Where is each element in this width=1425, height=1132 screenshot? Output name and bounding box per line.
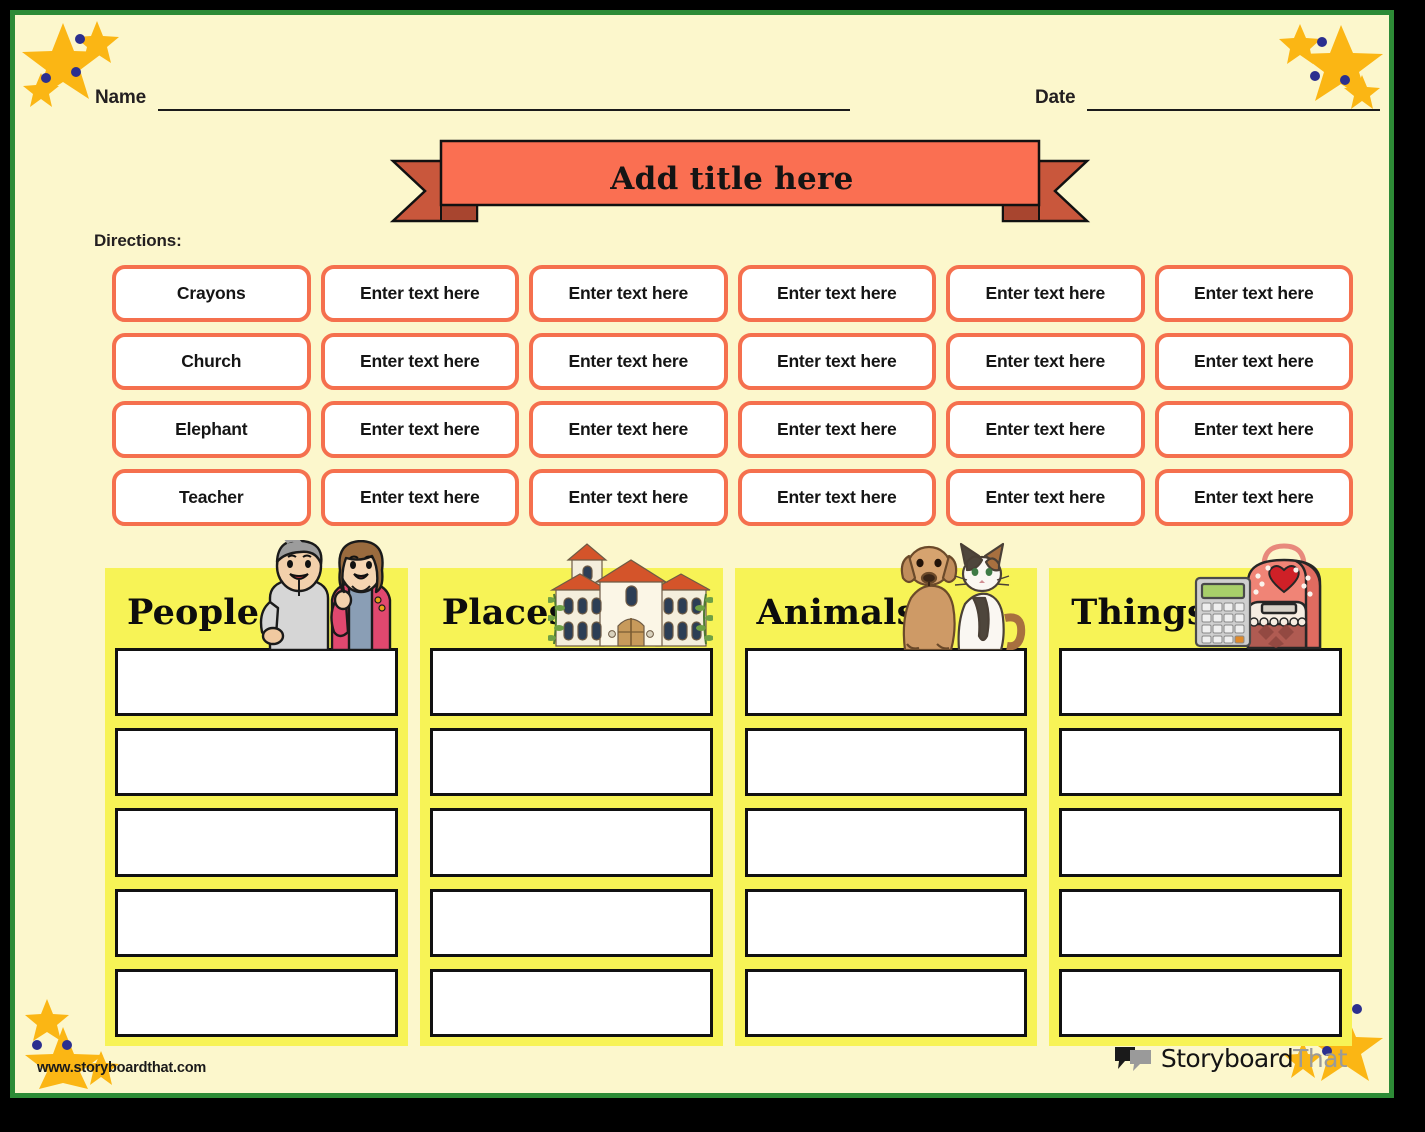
word-box[interactable]: Enter text here <box>529 265 728 322</box>
answer-box[interactable] <box>1059 648 1342 717</box>
category-panel-animals: Animals <box>734 542 1038 1046</box>
word-box[interactable]: Enter text here <box>1154 265 1353 322</box>
word-box[interactable]: Enter text here <box>529 401 728 458</box>
answer-box[interactable] <box>1059 808 1342 877</box>
category-panel-places: Places <box>419 543 723 1046</box>
dot-icon <box>75 34 85 44</box>
word-box[interactable]: Teacher <box>112 469 311 526</box>
star-icon <box>25 1027 103 1089</box>
answer-box[interactable] <box>744 648 1028 717</box>
name-field-group: Name <box>95 77 850 111</box>
date-field-group: Date <box>1035 77 1380 111</box>
category-header-animals: Animals <box>745 542 1028 650</box>
category-panel-people: People <box>105 540 408 1046</box>
category-header-things: Things <box>1059 543 1342 650</box>
word-box[interactable]: Enter text here <box>1154 333 1353 390</box>
dot-icon <box>1352 1004 1362 1014</box>
people-illustration <box>248 540 398 650</box>
answer-box[interactable] <box>429 968 713 1038</box>
answer-box[interactable] <box>115 808 398 877</box>
category-title: Things <box>1071 592 1207 633</box>
answer-box[interactable] <box>1059 968 1342 1038</box>
word-box[interactable]: Enter text here <box>320 333 519 390</box>
word-box[interactable]: Enter text here <box>737 333 936 390</box>
answer-box[interactable] <box>115 888 398 957</box>
word-box[interactable]: Elephant <box>112 401 311 458</box>
brand-wordmark: StoryboardThat <box>1160 1043 1348 1073</box>
star-icon <box>25 999 69 1041</box>
word-box[interactable]: Enter text here <box>946 333 1145 390</box>
answer-rows-places <box>429 648 713 1038</box>
directions-label: Directions: <box>94 231 182 250</box>
word-box[interactable]: Enter text here <box>1154 401 1353 458</box>
word-box[interactable]: Enter text here <box>1154 469 1353 526</box>
word-box[interactable]: Enter text here <box>946 469 1145 526</box>
worksheet-canvas: Name Date Add title here Directions: Cra… <box>15 15 1389 1093</box>
answer-box[interactable] <box>744 888 1028 957</box>
answer-box[interactable] <box>744 968 1028 1038</box>
star-icon <box>75 21 119 63</box>
backpack-calculator-illustration <box>1192 540 1342 650</box>
answer-box[interactable] <box>429 728 713 797</box>
dot-icon <box>1317 37 1327 47</box>
word-box[interactable]: Enter text here <box>529 469 728 526</box>
answer-box[interactable] <box>115 648 398 717</box>
word-box[interactable]: Enter text here <box>737 401 936 458</box>
answer-box[interactable] <box>429 648 713 717</box>
title-banner[interactable]: Add title here <box>385 133 1095 228</box>
answer-box[interactable] <box>1059 888 1342 957</box>
category-panel-things: Things <box>1049 543 1352 1046</box>
category-panels: People Places Animals Things <box>105 540 1352 1046</box>
brand-secondary: That <box>1293 1043 1347 1073</box>
category-header-people: People <box>115 540 398 650</box>
category-title: People <box>127 592 260 633</box>
date-input-line[interactable] <box>1087 109 1380 111</box>
brand-primary: Storyboard <box>1160 1043 1294 1073</box>
answer-box[interactable] <box>1059 728 1342 797</box>
answer-rows-things <box>1059 648 1342 1038</box>
answer-box[interactable] <box>115 728 398 797</box>
worksheet-page: Name Date Add title here Directions: Cra… <box>10 10 1394 1098</box>
answer-rows-animals <box>744 648 1028 1038</box>
category-title: Animals <box>756 592 917 633</box>
word-box[interactable]: Crayons <box>112 265 311 322</box>
word-box[interactable]: Enter text here <box>529 333 728 390</box>
worksheet-title[interactable]: Add title here <box>441 141 1023 217</box>
house-illustration <box>547 538 713 650</box>
word-box[interactable]: Enter text here <box>737 265 936 322</box>
answer-box[interactable] <box>744 728 1028 797</box>
word-box[interactable]: Enter text here <box>737 469 936 526</box>
word-box[interactable]: Enter text here <box>320 265 519 322</box>
word-box[interactable]: Enter text here <box>320 401 519 458</box>
name-label: Name <box>95 87 146 108</box>
date-label: Date <box>1035 87 1076 108</box>
name-input-line[interactable] <box>157 109 850 111</box>
answer-box[interactable] <box>429 808 713 877</box>
dot-icon <box>62 1040 72 1050</box>
storyboardthat-logo[interactable]: StoryboardThat <box>1113 1043 1348 1073</box>
speech-bubble-icon <box>1113 1045 1153 1071</box>
website-url[interactable]: www.storyboardthat.com <box>37 1060 206 1076</box>
word-box[interactable]: Church <box>112 333 311 390</box>
category-title: Places <box>441 592 569 633</box>
answer-box[interactable] <box>429 888 713 957</box>
star-icon <box>1279 24 1321 64</box>
dot-icon <box>32 1040 42 1050</box>
word-box[interactable]: Enter text here <box>320 469 519 526</box>
answer-rows-people <box>115 648 398 1038</box>
category-header-places: Places <box>430 543 713 648</box>
student-info-row: Name Date <box>15 77 1389 111</box>
word-bank-grid: Crayons Enter text here Enter text here … <box>112 265 1353 526</box>
dot-icon <box>71 67 81 77</box>
answer-box[interactable] <box>115 968 398 1038</box>
answer-box[interactable] <box>744 808 1028 877</box>
word-box[interactable]: Enter text here <box>946 401 1145 458</box>
word-box[interactable]: Enter text here <box>946 265 1145 322</box>
